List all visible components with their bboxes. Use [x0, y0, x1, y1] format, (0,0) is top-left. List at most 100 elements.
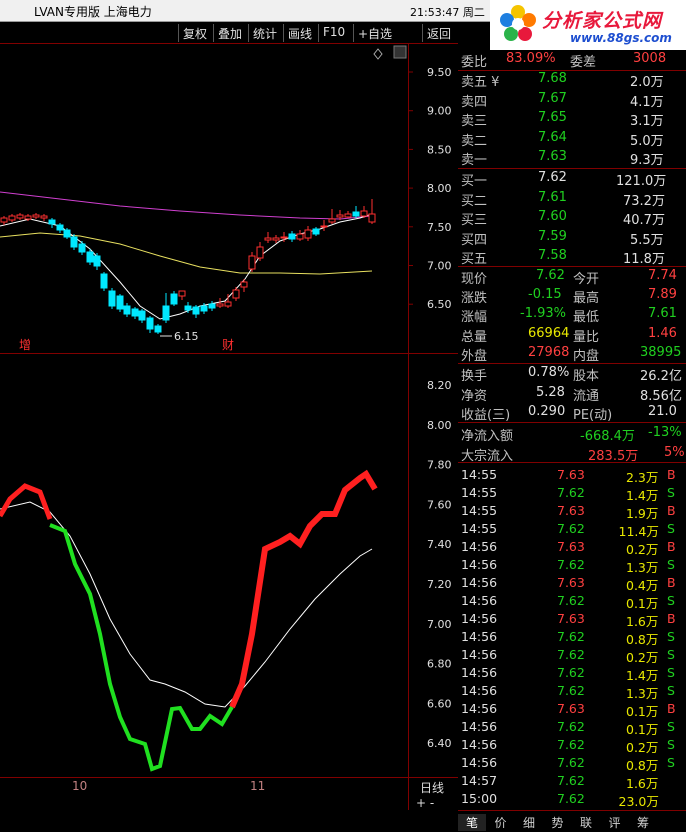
stats-button[interactable]: 统计: [248, 24, 281, 42]
bid-price: 7.59: [538, 228, 567, 244]
tick-price: 7.62: [557, 593, 585, 608]
tick-row: 14:55 7.62 1.4万 S: [458, 484, 686, 503]
tick-price: 7.62: [557, 521, 585, 536]
ask-row: 卖三 7.65 3.1万: [458, 109, 686, 129]
bid-volume: 40.7万: [623, 213, 665, 228]
tick-side: B: [667, 467, 676, 482]
candle-body: [178, 290, 186, 297]
bid-volume: 11.8万: [623, 252, 665, 267]
tick-time: 14:56: [461, 539, 498, 554]
candle-body: [296, 233, 304, 240]
tick-side: S: [667, 683, 675, 698]
tick-time: 14:56: [461, 629, 498, 644]
tab-1[interactable]: 价: [487, 814, 515, 831]
back-button[interactable]: 返回: [422, 24, 455, 42]
candle-body: [170, 293, 178, 305]
period-label[interactable]: 日线: [420, 779, 444, 796]
tab-5[interactable]: 评: [601, 814, 629, 831]
diamond-icon[interactable]: [373, 48, 383, 60]
zoom-buttons[interactable]: + -: [416, 796, 434, 810]
tick-volume: 23.0万: [618, 794, 659, 809]
price-axis: 9.50 9.00 8.50 8.00 7.50 7.00 6.50: [408, 66, 452, 311]
candle-body: [184, 305, 192, 311]
bid-row: 买三 7.60 40.7万: [458, 208, 686, 228]
candle-body: [280, 236, 288, 239]
tab-6[interactable]: 筹: [629, 814, 657, 831]
indicator-tick-label: 8.20: [427, 379, 452, 392]
tab-4[interactable]: 联: [572, 814, 600, 831]
candle-body: [131, 308, 139, 317]
tick-time: 14:55: [461, 521, 498, 536]
ask-volume: 9.3万: [630, 153, 664, 168]
tick-row: 14:56 7.63 0.1万 B: [458, 700, 686, 719]
bid-row: 买一 7.62 121.0万: [458, 169, 686, 189]
tick-price: 7.62: [557, 629, 585, 644]
candle-body: [248, 255, 256, 270]
tick-side: B: [667, 575, 676, 590]
tick-price: 7.62: [557, 683, 585, 698]
indicator-tick-label: 6.40: [427, 737, 452, 750]
tab-3[interactable]: 势: [544, 814, 572, 831]
tick-side: B: [667, 503, 676, 518]
price-tick-label: 7.50: [427, 221, 452, 234]
candle-body: [93, 255, 101, 267]
tick-row: 15:00 7.62 23.0万: [458, 790, 686, 809]
ask-label: 卖一: [461, 153, 488, 168]
price-tick-label: 9.00: [427, 105, 452, 118]
bid-label: 买四: [461, 232, 488, 248]
overlay-button[interactable]: 叠加: [213, 24, 246, 42]
tick-time: 14:56: [461, 557, 498, 572]
flow-label: 净流入额: [461, 429, 514, 444]
candle-body: [288, 233, 296, 240]
tick-time: 14:56: [461, 575, 498, 590]
tab-2[interactable]: 细: [515, 814, 543, 831]
scroll-button[interactable]: [393, 45, 407, 59]
indicator-slow-line: [0, 501, 373, 708]
tick-side: S: [667, 737, 675, 752]
tick-price: 7.62: [557, 647, 585, 662]
tick-price: 7.63: [557, 701, 585, 716]
candle-body: [8, 215, 16, 221]
tick-price: 7.62: [557, 791, 585, 806]
tick-row: 14:56 7.62 0.1万 S: [458, 592, 686, 611]
bid-row: 买二 7.61 73.2万: [458, 189, 686, 209]
fund-label-2: PE(动): [573, 408, 613, 423]
quote-row: 总量 66964 量比 1.46: [458, 325, 686, 345]
fund-label-2: 股本: [573, 369, 600, 384]
quote-label: 外盘: [461, 348, 488, 364]
candle-body: [272, 237, 280, 241]
f10-button[interactable]: F10: [318, 24, 349, 42]
candle-body: [16, 214, 24, 219]
quote-value-2: 7.89: [648, 287, 677, 303]
chart-area[interactable]: 9.50 9.00 8.50 8.00 7.50 7.00 6.50 8.20 8.00 7.8…: [0, 44, 458, 810]
tab-0[interactable]: 笔: [458, 814, 486, 831]
tick-time: 14:56: [461, 593, 498, 608]
indicator-tick-label: 7.80: [427, 459, 452, 472]
fund-value-2: 26.2亿: [640, 369, 682, 384]
candle-body: [304, 229, 312, 239]
quote-value-2: 1.46: [648, 325, 677, 341]
flow-value: 283.5万: [588, 448, 639, 464]
fund-value-2: 21.0: [648, 404, 677, 419]
candle-body: [344, 213, 352, 218]
fund-label: 净资: [461, 388, 488, 404]
draw-button[interactable]: 画线: [283, 24, 316, 42]
axis-divider: [408, 44, 409, 810]
candle-body: [78, 243, 86, 253]
tick-time: 14:56: [461, 647, 498, 662]
fund-value: 0.290: [528, 404, 566, 419]
tick-row: 14:56 7.63 0.4万 B: [458, 574, 686, 593]
fuquan-button[interactable]: 复权: [178, 24, 211, 42]
ask-row: 卖四 7.67 4.1万: [458, 90, 686, 110]
tick-row: 14:56 7.63 1.6万 B: [458, 610, 686, 629]
ask-price: 7.63: [538, 149, 567, 164]
add-watchlist-button[interactable]: +自选: [353, 24, 396, 42]
indicator-tick-label: 8.00: [427, 419, 452, 432]
candle-body: [312, 228, 320, 235]
fund-row: 净资 5.28 流通 8.56亿: [458, 384, 686, 404]
tick-price: 7.63: [557, 611, 585, 626]
tick-price: 7.62: [557, 737, 585, 752]
tick-price: 7.62: [557, 719, 585, 734]
candle-body: [208, 303, 216, 309]
tick-row: 14:56 7.62 0.2万 S: [458, 646, 686, 665]
